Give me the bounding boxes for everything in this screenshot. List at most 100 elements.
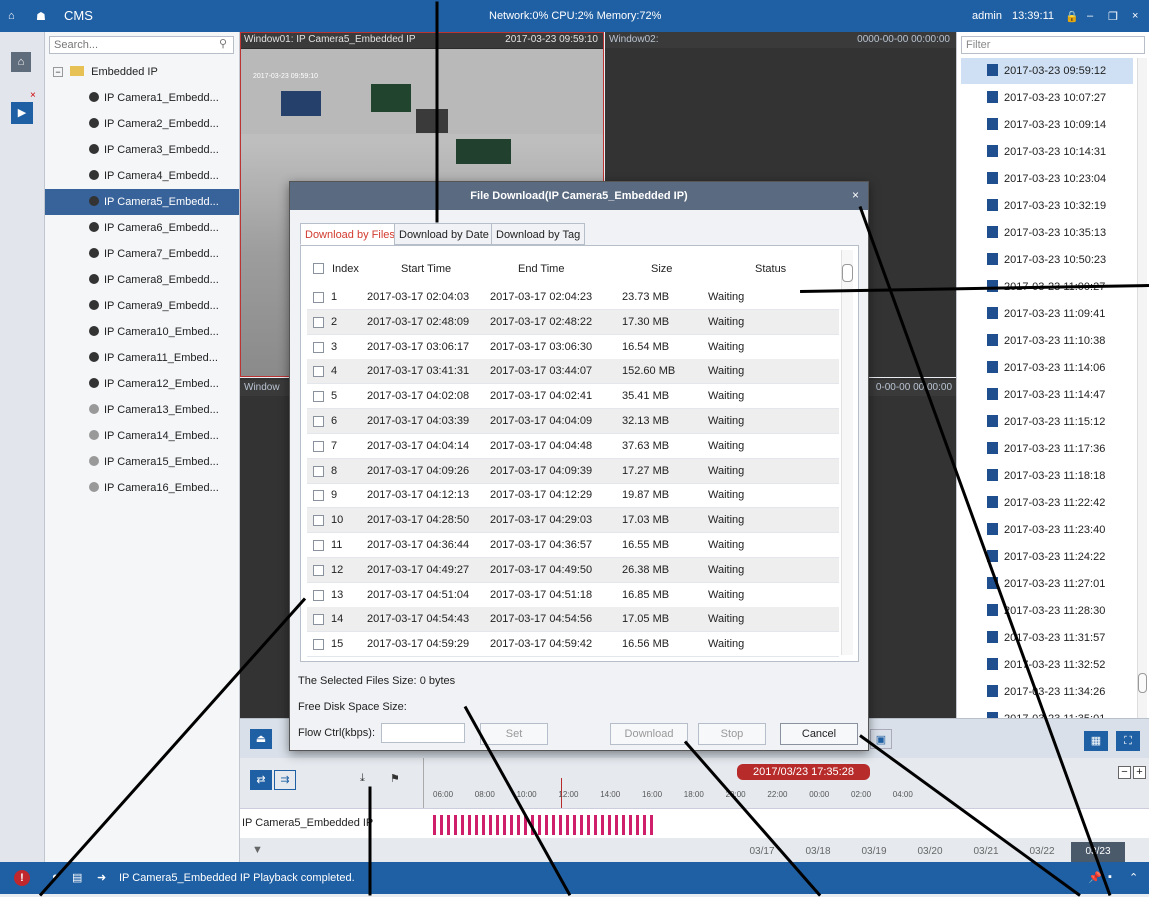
tab-download-by-date[interactable]: Download by Date <box>394 223 494 245</box>
tree-item-camera[interactable]: IP Camera3_Embedd... <box>45 137 239 163</box>
file-list-item[interactable]: 2017-03-23 11:27:01 <box>961 571 1133 597</box>
table-row[interactable]: 13 2017-03-17 04:51:04 2017-03-17 04:51:18… <box>307 583 839 608</box>
flow-ctrl-input[interactable] <box>381 723 465 743</box>
column-header-start-time[interactable]: Start Time <box>401 256 451 282</box>
tree-item-camera[interactable]: IP Camera1_Embedd... <box>45 85 239 111</box>
file-list-item[interactable]: 2017-03-23 11:10:38 <box>961 328 1133 354</box>
table-row[interactable]: 9 2017-03-17 04:12:13 2017-03-17 04:12:29 1… <box>307 483 839 509</box>
tree-item-camera[interactable]: IP Camera5_Embedd... <box>45 189 239 215</box>
tab-download-by-files[interactable]: Download by Files <box>300 223 400 245</box>
window-icon[interactable]: ▪ <box>1108 871 1112 883</box>
row-checkbox[interactable] <box>313 639 324 651</box>
table-row[interactable]: 6 2017-03-17 04:03:39 2017-03-17 04:04:09 3… <box>307 409 839 434</box>
lock-icon[interactable]: 🔒 <box>1065 10 1079 23</box>
select-all-checkbox[interactable] <box>313 263 324 274</box>
collapse-icon[interactable]: − <box>53 67 63 77</box>
file-list-item[interactable]: 2017-03-23 10:09:14 <box>961 112 1133 138</box>
file-list-item[interactable]: 2017-03-23 11:28:30 <box>961 598 1133 624</box>
filter-input[interactable]: Filter <box>961 36 1145 54</box>
home-module-icon[interactable]: ⌂ <box>11 52 31 72</box>
tree-item-camera[interactable]: IP Camera10_Embed... <box>45 319 239 345</box>
date-tab[interactable]: 03/18 <box>791 842 845 862</box>
table-row[interactable]: 2 2017-03-17 02:48:09 2017-03-17 02:48:22 1… <box>307 309 839 335</box>
row-checkbox[interactable] <box>313 515 324 527</box>
table-scrollbar[interactable] <box>841 250 853 655</box>
event-icon[interactable]: ▤ <box>72 871 82 884</box>
file-list-item[interactable]: 2017-03-23 11:14:06 <box>961 355 1133 381</box>
sync-icon[interactable]: ⇄ <box>250 770 272 790</box>
file-list-item[interactable]: 2017-03-23 10:07:27 <box>961 85 1133 111</box>
date-tab[interactable]: 03/19 <box>847 842 901 862</box>
tree-item-camera[interactable]: IP Camera15_Embed... <box>45 449 239 475</box>
table-row[interactable]: 12 2017-03-17 04:49:27 2017-03-17 04:49:50… <box>307 557 839 583</box>
cancel-button[interactable]: Cancel <box>780 723 858 745</box>
playback-module-icon[interactable]: ▶ <box>11 102 33 124</box>
table-row[interactable]: 14 2017-03-17 04:54:43 2017-03-17 04:54:56… <box>307 607 839 633</box>
fullscreen-icon[interactable]: ⛶ <box>1116 731 1140 751</box>
column-header-end-time[interactable]: End Time <box>518 256 564 282</box>
search-input[interactable]: Search... <box>49 36 234 54</box>
prev-icon[interactable]: ⏏ <box>250 729 272 749</box>
row-checkbox[interactable] <box>313 366 324 378</box>
file-list-item[interactable]: 2017-03-23 11:15:12 <box>961 409 1133 435</box>
tree-item-camera[interactable]: IP Camera12_Embed... <box>45 371 239 397</box>
table-row[interactable]: 3 2017-03-17 03:06:17 2017-03-17 03:06:30 1… <box>307 335 839 360</box>
row-checkbox[interactable] <box>313 490 324 502</box>
zoom-in-icon[interactable]: + <box>1133 766 1146 779</box>
file-list-item[interactable]: 2017-03-23 11:18:18 <box>961 463 1133 489</box>
file-list-item[interactable]: 2017-03-23 11:34:26 <box>961 679 1133 705</box>
table-row[interactable]: 10 2017-03-17 04:28:50 2017-03-17 04:29:03… <box>307 508 839 534</box>
file-list-item[interactable]: 2017-03-23 11:14:47 <box>961 382 1133 408</box>
tree-item-camera[interactable]: IP Camera13_Embed... <box>45 397 239 423</box>
table-row[interactable]: 15 2017-03-17 04:59:29 2017-03-17 04:59:42… <box>307 632 839 658</box>
row-checkbox[interactable] <box>313 614 324 626</box>
column-header-status[interactable]: Status <box>755 256 786 282</box>
file-list-item[interactable]: 2017-03-23 10:14:31 <box>961 139 1133 165</box>
tag-icon[interactable]: ⚑ <box>390 772 400 785</box>
row-checkbox[interactable] <box>313 440 324 452</box>
close-icon[interactable]: × <box>1132 10 1138 22</box>
file-list-item[interactable]: 2017-03-23 11:22:42 <box>961 490 1133 516</box>
row-checkbox[interactable] <box>313 589 324 601</box>
table-row[interactable]: 1 2017-03-17 02:04:03 2017-03-17 02:04:23 2… <box>307 285 839 310</box>
tree-item-camera[interactable]: IP Camera9_Embedd... <box>45 293 239 319</box>
file-list-item[interactable]: 2017-03-23 10:23:04 <box>961 166 1133 192</box>
tree-item-camera[interactable]: IP Camera14_Embed... <box>45 423 239 449</box>
filter-icon[interactable]: ▼ <box>252 844 263 856</box>
async-icon[interactable]: ⇉ <box>274 770 296 790</box>
set-button[interactable]: Set <box>480 723 548 745</box>
timeline-track[interactable]: IP Camera5_Embedded IP <box>240 808 1149 838</box>
file-list-scrollbar[interactable] <box>1137 58 1147 718</box>
file-list-item[interactable]: 2017-03-23 09:59:12 <box>961 58 1133 84</box>
file-list-item[interactable]: 2017-03-23 11:32:52 <box>961 652 1133 678</box>
download-button[interactable]: Download <box>610 723 688 745</box>
zoom-out-icon[interactable]: − <box>1118 766 1131 779</box>
layout-icon[interactable]: ▦ <box>1084 731 1108 751</box>
tree-item-camera[interactable]: IP Camera8_Embedd... <box>45 267 239 293</box>
table-row[interactable]: 11 2017-03-17 04:36:44 2017-03-17 04:36:57… <box>307 533 839 558</box>
column-header-index[interactable]: Index <box>332 256 359 282</box>
tree-item-camera[interactable]: IP Camera4_Embedd... <box>45 163 239 189</box>
column-header-size[interactable]: Size <box>651 256 672 282</box>
file-list-item[interactable]: 2017-03-23 10:35:13 <box>961 220 1133 246</box>
search-icon[interactable]: ⚲ <box>219 37 227 50</box>
close-module-icon[interactable]: × <box>30 90 36 101</box>
row-checkbox[interactable] <box>313 540 324 551</box>
alarm-icon[interactable]: ! <box>14 870 30 886</box>
table-row[interactable]: 5 2017-03-17 04:02:08 2017-03-17 04:02:41 3… <box>307 384 839 410</box>
tab-download-by-tag[interactable]: Download by Tag <box>491 223 586 245</box>
file-list-item[interactable]: 2017-03-23 10:50:23 <box>961 247 1133 273</box>
row-checkbox[interactable] <box>313 465 324 477</box>
file-list-item[interactable]: 2017-03-23 11:31:57 <box>961 625 1133 651</box>
tree-group[interactable]: − Embedded IP <box>45 59 239 85</box>
row-checkbox[interactable] <box>313 292 324 303</box>
file-list-item[interactable]: 2017-03-23 11:23:40 <box>961 517 1133 543</box>
row-checkbox[interactable] <box>313 341 324 353</box>
file-list-item[interactable]: 2017-03-23 11:17:36 <box>961 436 1133 462</box>
download-icon[interactable]: ⤓ <box>360 772 365 785</box>
row-checkbox[interactable] <box>313 391 324 403</box>
user-name[interactable]: admin <box>972 10 1002 22</box>
tree-item-camera[interactable]: IP Camera2_Embedd... <box>45 111 239 137</box>
restore-icon[interactable]: ❐ <box>1108 10 1118 23</box>
dialog-close-icon[interactable]: × <box>852 188 859 202</box>
